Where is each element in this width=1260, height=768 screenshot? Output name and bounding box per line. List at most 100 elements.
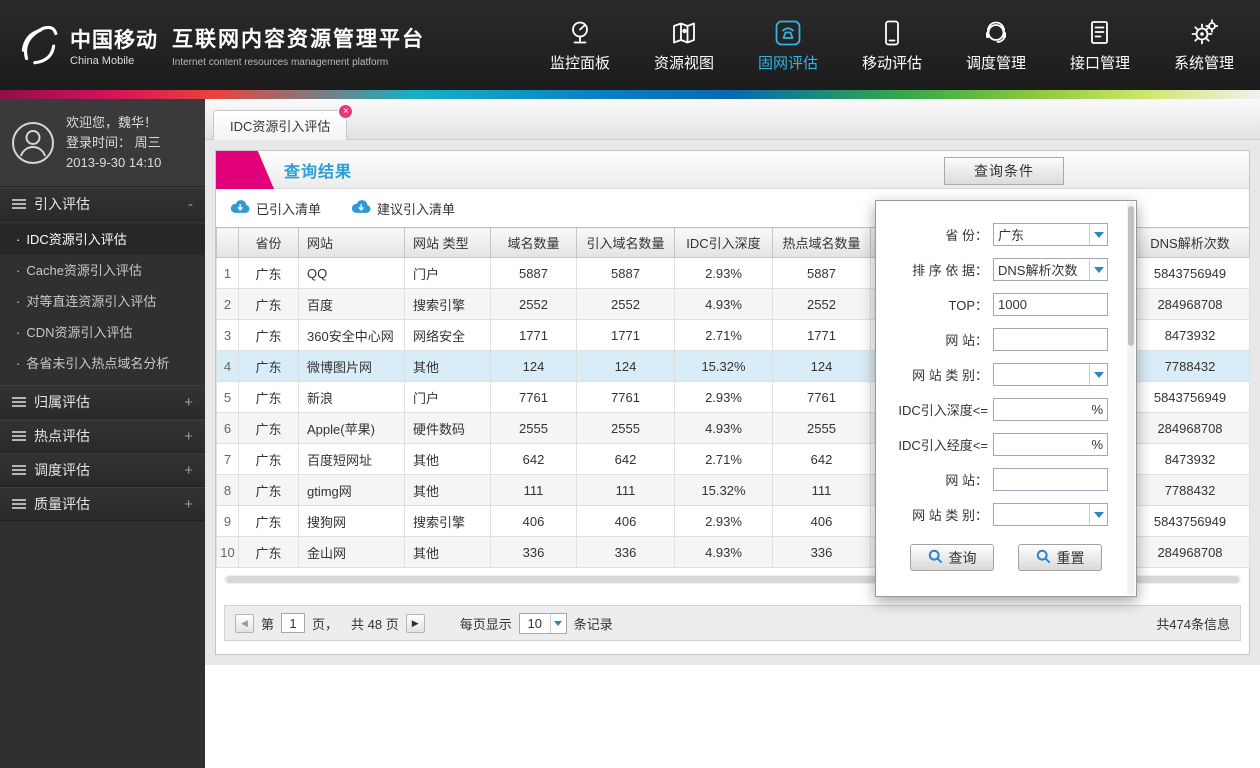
sidebar-section-4[interactable]: 质量评估 + [0,487,205,521]
nav-item-gears[interactable]: 系统管理 [1164,18,1244,73]
headset-icon [982,18,1010,48]
percent-suffix: % [1091,402,1103,417]
query-field-label: 网 站 类 别： [912,508,988,523]
sidebar-item[interactable]: CDN资源引入评估 [0,317,205,348]
chevron-down-icon[interactable] [1089,364,1107,385]
query-field-label: TOP： [948,298,989,313]
sidebar-menu: 引入评估 - IDC资源引入评估 Cache资源引入评估对等直连资源引入评估 CDN资源… [0,187,205,521]
table-cell: 2.93% [674,381,773,413]
query-field-control: 广东 [993,223,1108,246]
query-conditions-button[interactable]: 查询条件 [944,157,1064,185]
dropdown[interactable] [993,363,1108,386]
row-number-cell: 6 [216,412,239,444]
gears-icon [1190,18,1218,48]
percent-suffix: % [1091,437,1103,452]
column-header[interactable]: IDC引入深度 [674,227,773,258]
suggested-list-button[interactable]: 建议引入清单 [351,199,455,218]
chevron-down-icon[interactable] [1089,224,1107,245]
mobile-icon [878,18,906,48]
platform-title-cn: 互联网内容资源管理平台 [172,27,425,51]
query-field-row: TOP： [876,287,1136,322]
table-cell: 642 [772,443,871,475]
page-number-input[interactable] [281,613,306,633]
table-cell: 其他 [404,474,491,506]
query-field-row: IDC引入深度<=% [876,392,1136,427]
nav-item-label: 接口管理 [1069,54,1130,72]
table-cell: gtimg网 [298,474,405,506]
nav-item-headset[interactable]: 调度管理 [956,18,1036,73]
expand-toggle-icon: + [184,393,193,411]
dropdown-value: DNS解析次数 [998,263,1078,278]
tab-close-icon[interactable] [338,104,354,119]
sidebar-submenu: IDC资源引入评估 Cache资源引入评估对等直连资源引入评估 CDN资源引入评估各… [0,221,205,385]
sidebar-section-label: 归属评估 [34,394,90,410]
nav-item-mobile[interactable]: 移动评估 [852,18,932,73]
table-cell: 15.32% [674,474,773,506]
sidebar-item[interactable]: Cache资源引入评估 [0,255,205,286]
nav-item-document[interactable]: 接口管理 [1060,18,1140,73]
search-icon [928,549,943,567]
nav-item-phone[interactable]: 固网评估 [748,18,828,73]
table-cell: 4.93% [674,536,773,568]
sidebar-item[interactable]: 各省未引入热点域名分析 [0,348,205,379]
chevron-down-icon [549,613,566,633]
tab-idc-resource-eval[interactable]: IDC资源引入评估 [213,104,354,140]
nav-item-map[interactable]: 资源视图 [644,18,724,73]
user-avatar-icon [10,120,56,166]
dropdown[interactable]: 广东 [993,223,1108,246]
per-page-value: 10 [527,615,542,631]
nav-item-dashboard[interactable]: 监控面板 [540,18,620,73]
table-cell: 2552 [490,288,577,320]
platform-title-en: Internet content resources management pl… [172,56,389,68]
column-header[interactable]: 引入域名数量 [576,227,675,258]
column-header[interactable]: DNS解析次数 [1130,227,1250,258]
column-header[interactable]: 省份 [238,227,299,258]
table-cell: 2552 [772,288,871,320]
column-header[interactable]: 网站 [298,227,405,258]
table-cell: 124 [576,350,675,382]
sidebar-item[interactable]: 对等直连资源引入评估 [0,286,205,317]
table-cell: 广东 [238,505,299,537]
column-header[interactable] [216,227,239,258]
query-field-label: 网 站： [945,333,988,348]
table-cell: 5843756949 [1130,505,1250,537]
sidebar-section-0[interactable]: 引入评估 - [0,187,205,221]
query-field-label: IDC引入经度<= [898,438,988,453]
table-cell: 4.93% [674,288,773,320]
column-header[interactable]: 热点域名数量 [772,227,871,258]
sidebar-section-3[interactable]: 调度评估 + [0,453,205,487]
table-cell: 2555 [490,412,577,444]
menu-list-icon [12,430,26,442]
text-input[interactable] [993,293,1108,316]
reset-button[interactable]: 重置 [1018,544,1102,571]
chevron-down-icon[interactable] [1089,259,1107,280]
chevron-down-icon[interactable] [1089,504,1107,525]
column-header[interactable]: 网站 类型 [404,227,491,258]
popup-scrollbar[interactable] [1127,202,1135,595]
prev-page-button[interactable] [235,613,254,633]
table-cell: 284968708 [1130,412,1250,444]
menu-list-icon [12,396,26,408]
dashboard-icon [566,18,594,48]
total-records-info: 共474条信息 [1156,616,1230,632]
text-input[interactable] [993,328,1108,351]
scrollbar-thumb[interactable] [1128,206,1134,346]
table-cell: 15.32% [674,350,773,382]
tab-bar: IDC资源引入评估 [205,99,1260,140]
column-header[interactable]: 域名数量 [490,227,577,258]
table-cell: 广东 [238,474,299,506]
sidebar-section-1[interactable]: 归属评估 + [0,385,205,419]
text-input[interactable] [993,468,1108,491]
query-field-control [993,293,1108,316]
sidebar-section-label: 引入评估 [34,196,90,212]
sidebar-item[interactable]: IDC资源引入评估 [0,224,205,255]
next-page-button[interactable] [405,613,425,633]
search-button[interactable]: 查询 [910,544,994,571]
button-label: 已引入清单 [256,201,322,217]
menu-list-icon [12,464,26,476]
dropdown[interactable] [993,503,1108,526]
per-page-select[interactable]: 10 [518,612,567,634]
imported-list-button[interactable]: 已引入清单 [230,199,321,218]
sidebar-section-2[interactable]: 热点评估 + [0,419,205,453]
dropdown[interactable]: DNS解析次数 [993,258,1108,281]
